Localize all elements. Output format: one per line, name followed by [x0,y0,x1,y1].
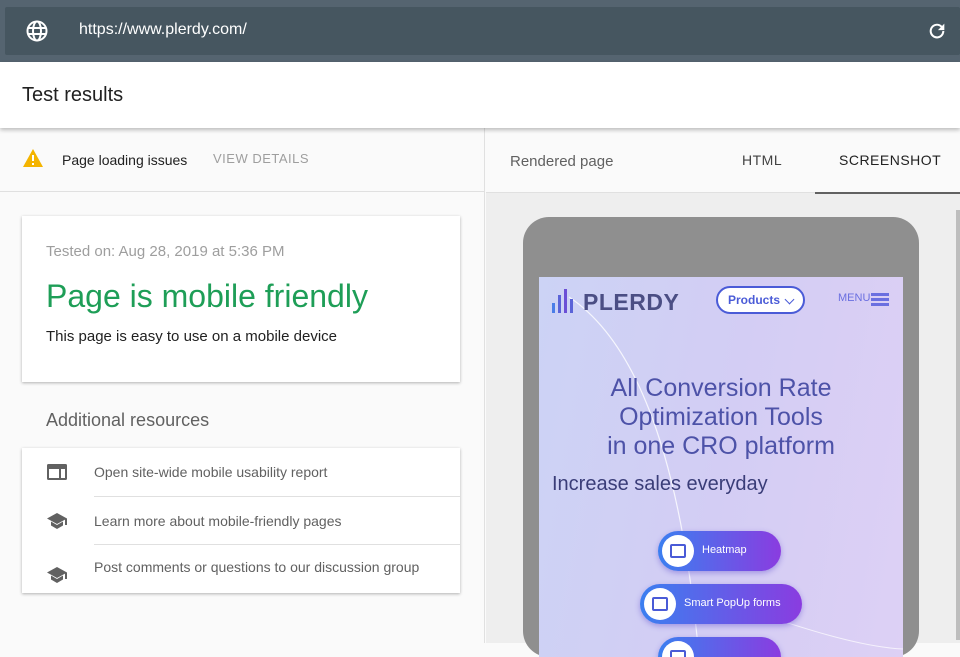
issues-bar: Page loading issues VIEW DETAILS [0,128,485,192]
resource-discussion-group[interactable]: Post comments or questions to our discus… [22,545,460,593]
rendered-page-label: Rendered page [510,153,614,170]
additional-resources-title: Additional resources [46,410,210,430]
resources-list: Open site-wide mobile usability report L… [22,448,460,593]
school-icon [47,567,67,583]
resource-learn-more[interactable]: Learn more about mobile-friendly pages [22,497,460,545]
url-bar: https://www.plerdy.com/ [0,0,960,62]
result-card: Tested on: Aug 28, 2019 at 5:36 PM Page … [22,216,460,382]
active-tab-indicator [815,192,960,194]
products-label: Products [728,293,781,307]
resource-label: Post comments or questions to our discus… [94,559,420,575]
results-panel: Page loading issues VIEW DETAILS Tested … [0,128,485,643]
form-icon [644,588,676,620]
result-headline: Page is mobile friendly [46,278,368,314]
next-tool-button[interactable] [658,637,781,657]
tool-icon [662,641,694,657]
resource-label: Learn more about mobile-friendly pages [94,513,342,529]
popup-forms-label: Smart PopUp forms [684,597,781,609]
resource-label: Open site-wide mobile usability report [94,464,328,480]
phone-frame: PLERDY Products MENU All Conversion Rate… [523,217,919,657]
tab-html[interactable]: HTML [742,152,782,168]
logo-text: PLERDY [583,289,680,315]
tab-bar: Rendered page HTML SCREENSHOT [486,128,960,194]
url-field[interactable]: https://www.plerdy.com/ [5,7,960,55]
view-details-button[interactable]: VIEW DETAILS [213,151,309,166]
page-title: Test results [22,84,124,106]
warning-icon [23,149,43,167]
resource-usability-report[interactable]: Open site-wide mobile usability report [22,448,460,496]
page-header: Test results [0,62,960,128]
school-icon [47,513,67,529]
hero-line: All Conversion Rate [610,374,832,402]
globe-icon [26,20,48,42]
tested-on-date: Tested on: Aug 28, 2019 at 5:36 PM [46,243,285,260]
tab-screenshot[interactable]: SCREENSHOT [815,128,960,194]
menu-link[interactable]: MENU [838,292,870,304]
result-subtext: This page is easy to use on a mobile dev… [46,328,337,345]
chevron-down-icon [784,294,795,305]
rendered-page-panel: Rendered page HTML SCREENSHOT PLERDY Pro… [486,128,960,657]
heatmap-icon [662,535,694,567]
hero-line: in one CRO platform [607,432,835,460]
logo-bars-icon [552,289,573,313]
phone-screen: PLERDY Products MENU All Conversion Rate… [539,277,903,657]
heatmap-button[interactable]: Heatmap [658,531,781,571]
web-page-icon [47,464,67,480]
tab-screenshot-label: SCREENSHOT [839,152,942,168]
products-button[interactable]: Products [716,286,805,314]
hero-subheadline: Increase sales everyday [552,473,768,495]
hero-line: Optimization Tools [619,403,823,431]
heatmap-label: Heatmap [702,544,747,556]
scrollbar[interactable] [956,210,960,640]
reload-icon[interactable] [926,20,948,42]
issues-text: Page loading issues [62,152,188,168]
popup-forms-button[interactable]: Smart PopUp forms [640,584,802,624]
url-text[interactable]: https://www.plerdy.com/ [79,21,247,39]
hamburger-icon[interactable] [871,293,889,306]
hero-headline: All Conversion Rate Optimization Tools i… [539,374,903,461]
